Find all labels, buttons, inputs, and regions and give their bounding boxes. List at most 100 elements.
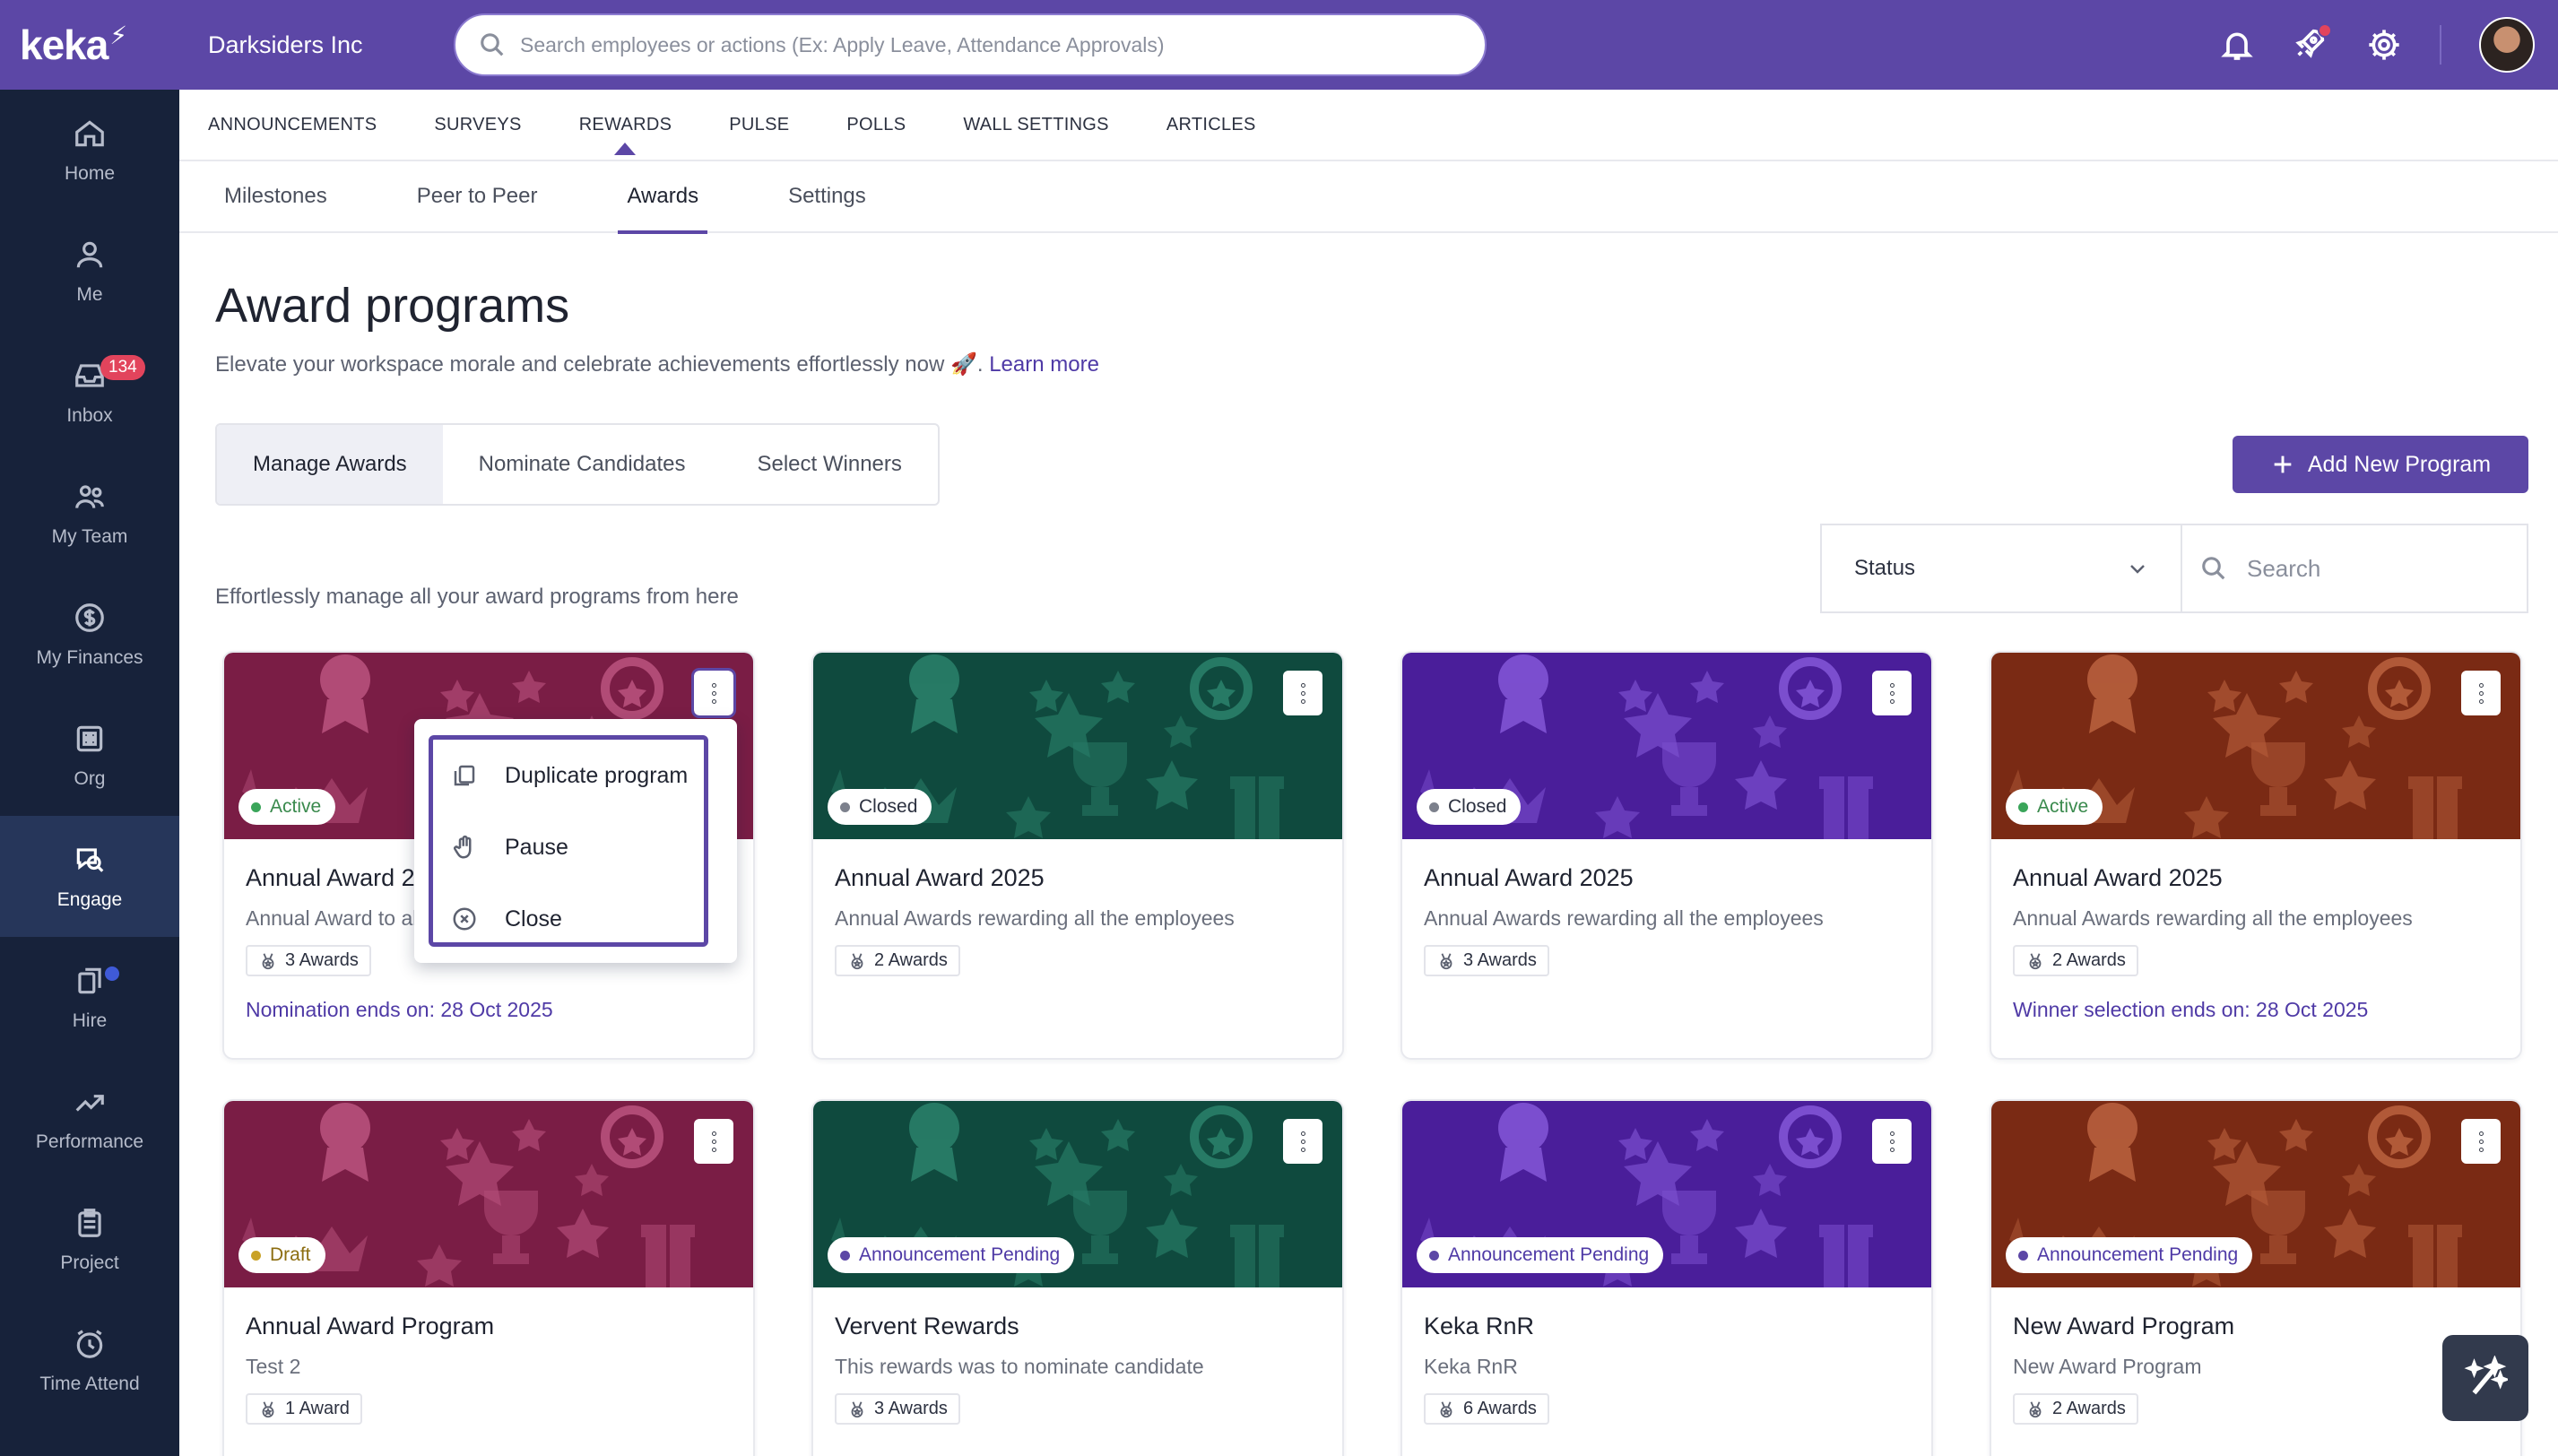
gear-icon[interactable] — [2366, 27, 2402, 63]
award-program-card[interactable]: Announcement Pending Vervent Rewards Thi… — [811, 1099, 1344, 1456]
magic-assist-button[interactable] — [2442, 1335, 2528, 1421]
tab-polls[interactable]: POLLS — [846, 115, 906, 135]
card-more-options-button[interactable] — [691, 668, 736, 718]
status-label: Announcement Pending — [859, 1244, 1061, 1265]
sidebar-item-label: Org — [74, 767, 106, 789]
card-banner: Announcement Pending — [813, 1101, 1342, 1287]
rocket-button[interactable] — [2293, 22, 2332, 65]
awards-count-tag: 2 Awards — [835, 945, 960, 976]
tab-milestones[interactable]: Milestones — [215, 160, 336, 232]
sidebar-item-home[interactable]: Home — [0, 90, 179, 211]
awards-count-tag: 2 Awards — [2013, 1393, 2138, 1425]
keka-logo[interactable]: keka ⚡ — [0, 0, 179, 90]
menu-item-close[interactable]: Close — [433, 883, 704, 942]
sidebar-item-org[interactable]: Org — [0, 695, 179, 816]
home-icon — [75, 119, 104, 146]
engage-icon — [76, 847, 104, 872]
tab-articles[interactable]: ARTICLES — [1166, 115, 1256, 135]
tab-settings[interactable]: Settings — [779, 160, 875, 232]
card-description: New Award Program — [2013, 1355, 2202, 1378]
company-name[interactable]: Darksiders Inc — [208, 31, 454, 59]
program-search-input[interactable]: Search — [2182, 525, 2527, 611]
status-badge: Announcement Pending — [2006, 1237, 2253, 1273]
status-dropdown[interactable]: Status — [1822, 525, 2182, 611]
logo-text: keka — [20, 22, 108, 68]
tab-rewards[interactable]: REWARDS — [579, 115, 672, 155]
card-banner: Draft — [224, 1101, 753, 1287]
kebab-dot — [711, 698, 716, 704]
tab-announcements[interactable]: ANNOUNCEMENTS — [208, 115, 377, 135]
sidebar-item-project[interactable]: Project — [0, 1179, 179, 1300]
tab-surveys[interactable]: SURVEYS — [434, 115, 521, 135]
sidebar-item-performance[interactable]: Performance — [0, 1058, 179, 1179]
status-dot — [251, 802, 261, 812]
tab-wall-settings[interactable]: WALL SETTINGS — [963, 115, 1108, 135]
card-body: Keka RnR Keka RnR 6 Awards — [1402, 1287, 1931, 1425]
top-icons — [2219, 0, 2535, 90]
team-icon — [75, 484, 104, 508]
kebab-dot — [2478, 682, 2484, 688]
card-more-options-button[interactable] — [1283, 1119, 1322, 1164]
kebab-dot — [1889, 1131, 1895, 1136]
avatar[interactable] — [2479, 17, 2535, 73]
sidebar-item-hire[interactable]: Hire — [0, 937, 179, 1058]
sidebar-item-label: Hire — [72, 1010, 108, 1031]
card-more-options-button[interactable] — [694, 1119, 733, 1164]
medal-icon — [851, 952, 863, 969]
tab-pulse[interactable]: PULSE — [729, 115, 789, 135]
medal-icon — [262, 952, 274, 969]
award-program-card[interactable]: Announcement Pending Keka RnR Keka RnR 6… — [1400, 1099, 1933, 1456]
kebab-dot — [1300, 682, 1305, 688]
sidebar-item-me[interactable]: Me — [0, 211, 179, 332]
menu-item-duplicate-program[interactable]: Duplicate program — [433, 740, 704, 811]
kebab-dot — [1889, 1147, 1895, 1152]
global-search-input[interactable]: Search employees or actions (Ex: Apply L… — [454, 13, 1487, 76]
awards-count-tag: 6 Awards — [1424, 1393, 1549, 1425]
awards-count: 3 Awards — [874, 1399, 948, 1418]
card-title: New Award Program — [2013, 1313, 2235, 1339]
status-label: Announcement Pending — [2037, 1244, 2239, 1265]
card-more-options-button[interactable] — [1283, 671, 1322, 715]
bell-icon[interactable] — [2219, 27, 2255, 63]
tab-peer-to-peer[interactable]: Peer to Peer — [408, 160, 547, 232]
card-more-options-button[interactable] — [1872, 1119, 1912, 1164]
kebab-dot — [711, 1131, 716, 1136]
award-program-card[interactable]: Closed Annual Award 2025 Annual Awards r… — [1400, 651, 1933, 1060]
award-program-card[interactable]: Closed Annual Award 2025 Annual Awards r… — [811, 651, 1344, 1060]
add-new-program-button[interactable]: Add New Program — [2233, 436, 2528, 493]
awards-count-tag: 1 Award — [246, 1393, 362, 1425]
kebab-dot — [2478, 1147, 2484, 1152]
sidebar-item-my-finances[interactable]: My Finances — [0, 574, 179, 695]
kebab-dot — [1300, 1131, 1305, 1136]
award-program-card[interactable]: Active Annual Award 2025 Annual Awards r… — [1990, 651, 2522, 1060]
award-program-card[interactable]: Draft Annual Award Program Test 2 1 Awar… — [222, 1099, 755, 1456]
segment-nominate-candidates[interactable]: Nominate Candidates — [443, 425, 722, 504]
card-more-options-button[interactable] — [2461, 671, 2501, 715]
menu-item-label: Close — [505, 906, 562, 932]
trend-icon — [75, 1094, 104, 1112]
kebab-dot — [1300, 1147, 1305, 1152]
card-more-options-button[interactable] — [2461, 1119, 2501, 1164]
sidebar-item-inbox[interactable]: 134 Inbox — [0, 332, 179, 453]
kebab-dot — [1300, 690, 1305, 696]
global-search-placeholder: Search employees or actions (Ex: Apply L… — [520, 32, 1165, 56]
awards-count-tag: 3 Awards — [246, 945, 371, 976]
tab-awards[interactable]: Awards — [618, 160, 707, 234]
status-label: Closed — [1448, 796, 1507, 817]
sidebar-item-engage[interactable]: Engage — [0, 816, 179, 937]
status-dot — [2018, 802, 2028, 812]
sidebar-item-time-attend[interactable]: Time Attend — [0, 1300, 179, 1421]
segment-manage-awards[interactable]: Manage Awards — [217, 425, 443, 504]
kebab-dot — [2478, 1139, 2484, 1144]
hire-notification-dot — [102, 964, 122, 984]
sidebar-item-label: My Finances — [36, 646, 143, 668]
card-more-options-button[interactable] — [1872, 671, 1912, 715]
learn-more-link[interactable]: Learn more — [989, 352, 1099, 377]
card-title: Annual Award Program — [246, 1313, 495, 1339]
sidebar-item-my-team[interactable]: My Team — [0, 453, 179, 574]
kebab-dot — [1889, 698, 1895, 704]
segment-select-winners[interactable]: Select Winners — [721, 425, 937, 504]
sidebar: keka ⚡ Home Me 134 Inbox My Team My Finan… — [0, 0, 179, 1456]
menu-item-pause[interactable]: Pause — [433, 811, 704, 883]
sidebar-item-label: Home — [64, 162, 116, 184]
